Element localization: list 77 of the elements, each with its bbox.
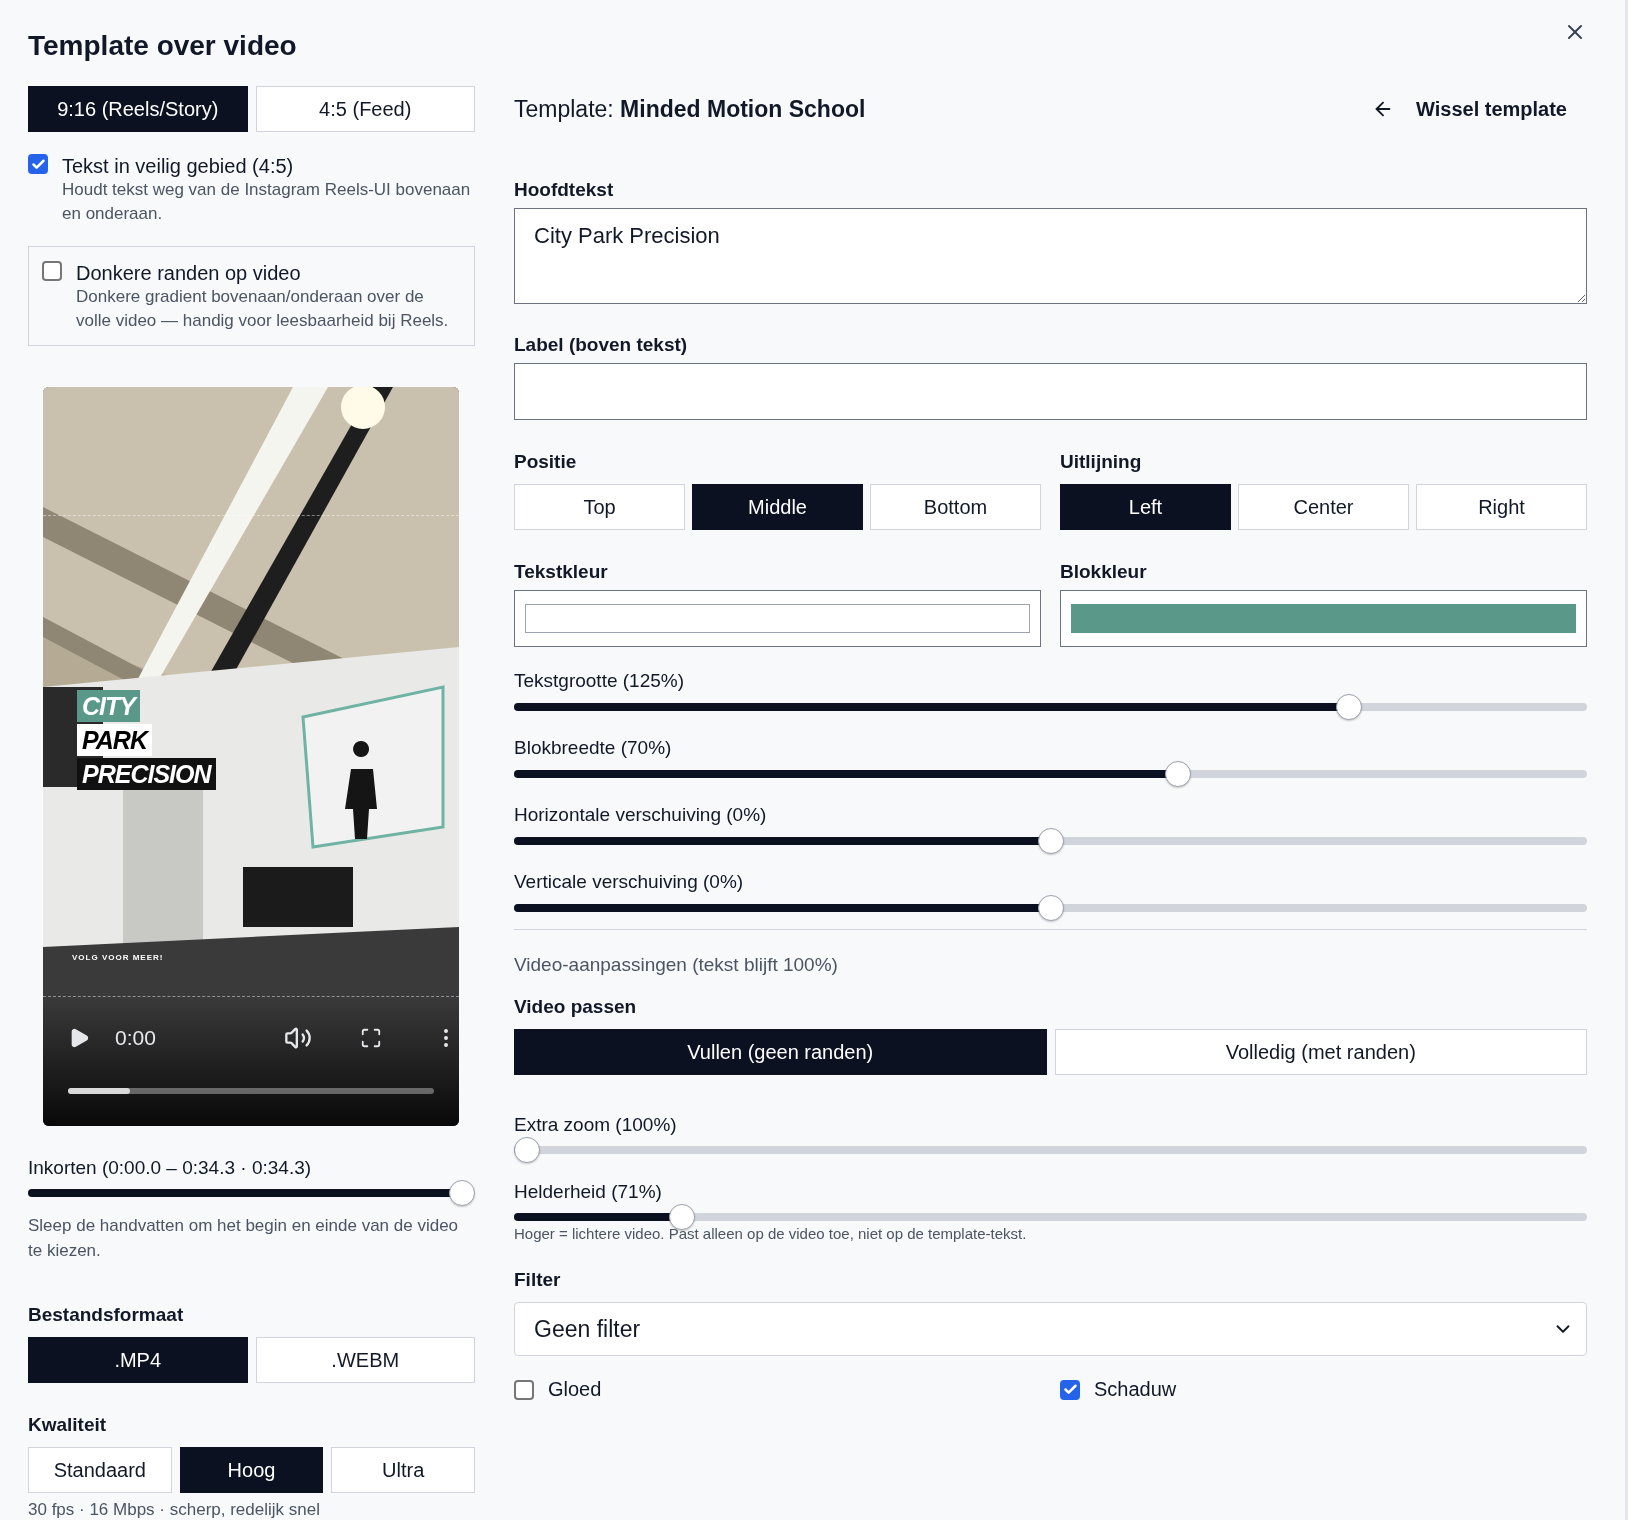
option-description: Houdt tekst weg van de Instagram Reels-UI bovenaan en onderaan. — [62, 179, 472, 225]
color-field[interactable] — [1060, 590, 1587, 647]
slider-thumb[interactable] — [1037, 828, 1064, 854]
option-label: Tekst in veilig gebied (4:5) — [62, 154, 295, 178]
aspect-ratio-tab[interactable]: 9:16 (Reels/Story) — [28, 86, 248, 132]
checkbox[interactable] — [514, 1379, 534, 1400]
quality-option[interactable]: Standaard — [28, 1447, 172, 1493]
slider[interactable] — [514, 694, 1587, 720]
overlay-title: PARK — [77, 724, 152, 756]
slider-label: Extra zoom (100%) — [514, 1113, 678, 1137]
slider-thumb[interactable] — [1037, 895, 1064, 921]
checkbox[interactable] — [42, 261, 62, 281]
slider-label: Horizontale verschuiving (0%) — [514, 803, 768, 827]
slider[interactable] — [514, 1204, 1587, 1230]
field-label: Uitlijning — [1060, 450, 1143, 474]
fit-option[interactable]: Volledig (met randen) — [1054, 1029, 1587, 1075]
alignment-option[interactable]: Left — [1060, 484, 1231, 530]
slider[interactable] — [514, 1137, 1587, 1163]
field-label: Video passen — [514, 995, 638, 1019]
check-icon — [30, 156, 46, 172]
check-icon — [1062, 1382, 1078, 1397]
switch-template-button[interactable]: Wissel template — [1372, 97, 1587, 121]
option-description: Donkere gradient bovenaan/onderaan over de volle video — handig voor leesbaarheid bij Reels. — [76, 286, 450, 332]
section-label: Bestandsformaat — [28, 1303, 185, 1327]
fullscreen-icon[interactable] — [359, 1027, 382, 1049]
option-label: Donkere randen op video — [76, 261, 302, 285]
format-option[interactable]: .MP4 — [28, 1337, 248, 1383]
aspect-ratio-tab[interactable]: 4:5 (Feed) — [255, 86, 475, 132]
alignment-option[interactable]: Right — [1416, 484, 1587, 530]
slider[interactable] — [514, 761, 1587, 787]
slider-label: Verticale verschuiving (0%) — [514, 870, 745, 894]
checkbox-label: Gloed — [548, 1378, 602, 1401]
quality-option[interactable]: Ultra — [331, 1447, 475, 1493]
slider-thumb[interactable] — [514, 1137, 540, 1163]
main-text-field[interactable]: City Park Precision — [514, 208, 1587, 304]
field-label: Tekstkleur — [514, 560, 609, 584]
color-field[interactable] — [514, 590, 1041, 647]
format-option[interactable]: .WEBM — [255, 1337, 475, 1383]
slider[interactable] — [28, 1180, 475, 1206]
section-heading: Video-aanpassingen (tekst blijft 100%) — [514, 953, 839, 977]
trim-label: Inkorten (0:00.0 – 0:34.3 · 0:34.3) — [28, 1156, 313, 1180]
slider[interactable] — [514, 895, 1587, 921]
slider-thumb[interactable] — [1165, 761, 1192, 787]
label-field[interactable] — [514, 363, 1587, 420]
slider-label: Blokbreedte (70%) — [514, 736, 673, 760]
quality-note: 30 fps · 16 Mbps · scherp, redelijk snel — [28, 1499, 321, 1520]
checkbox[interactable] — [1060, 1379, 1080, 1400]
video-time: 0:00 — [115, 1026, 156, 1050]
brightness-hint: Hoger = lichtere video. Past alleen op de video toe, niet op de template-tekst. — [514, 1224, 1028, 1244]
quality-option[interactable]: Hoog — [179, 1447, 324, 1493]
overlay-footer: VOLG VOOR MEER! — [72, 953, 164, 962]
slider-thumb[interactable] — [1335, 694, 1362, 720]
slider-thumb[interactable] — [449, 1180, 475, 1206]
overlay-title: CITY — [77, 690, 140, 722]
slider[interactable] — [514, 828, 1587, 854]
fit-option[interactable]: Vullen (geen randen) — [514, 1029, 1047, 1075]
alignment-option[interactable]: Center — [1238, 484, 1409, 530]
field-label: Hoofdtekst — [514, 178, 615, 202]
position-option[interactable]: Top — [514, 484, 685, 530]
field-label: Positie — [514, 450, 578, 474]
template-name: Template: Minded Motion School — [514, 95, 866, 123]
dialog-title: Template over video — [28, 29, 297, 63]
filter-select[interactable]: Geen filter — [514, 1302, 1587, 1356]
overlay-title: PRECISION — [77, 758, 216, 790]
video-progress[interactable] — [68, 1088, 434, 1094]
slider-thumb[interactable] — [668, 1204, 695, 1230]
trim-hint: Sleep de handvatten om het begin en einde van de video te kiezen. — [28, 1215, 460, 1262]
checkbox-label: Schaduw — [1094, 1378, 1177, 1401]
field-label: Label (boven tekst) — [514, 333, 689, 357]
section-label: Kwaliteit — [28, 1413, 108, 1437]
slider-label: Tekstgrootte (125%) — [514, 669, 686, 693]
position-option[interactable]: Middle — [692, 484, 863, 530]
field-label: Blokkleur — [1060, 560, 1148, 584]
checkbox[interactable] — [28, 154, 48, 174]
field-label: Filter — [514, 1268, 562, 1292]
slider-label: Helderheid (71%) — [514, 1180, 663, 1204]
position-option[interactable]: Bottom — [870, 484, 1041, 530]
